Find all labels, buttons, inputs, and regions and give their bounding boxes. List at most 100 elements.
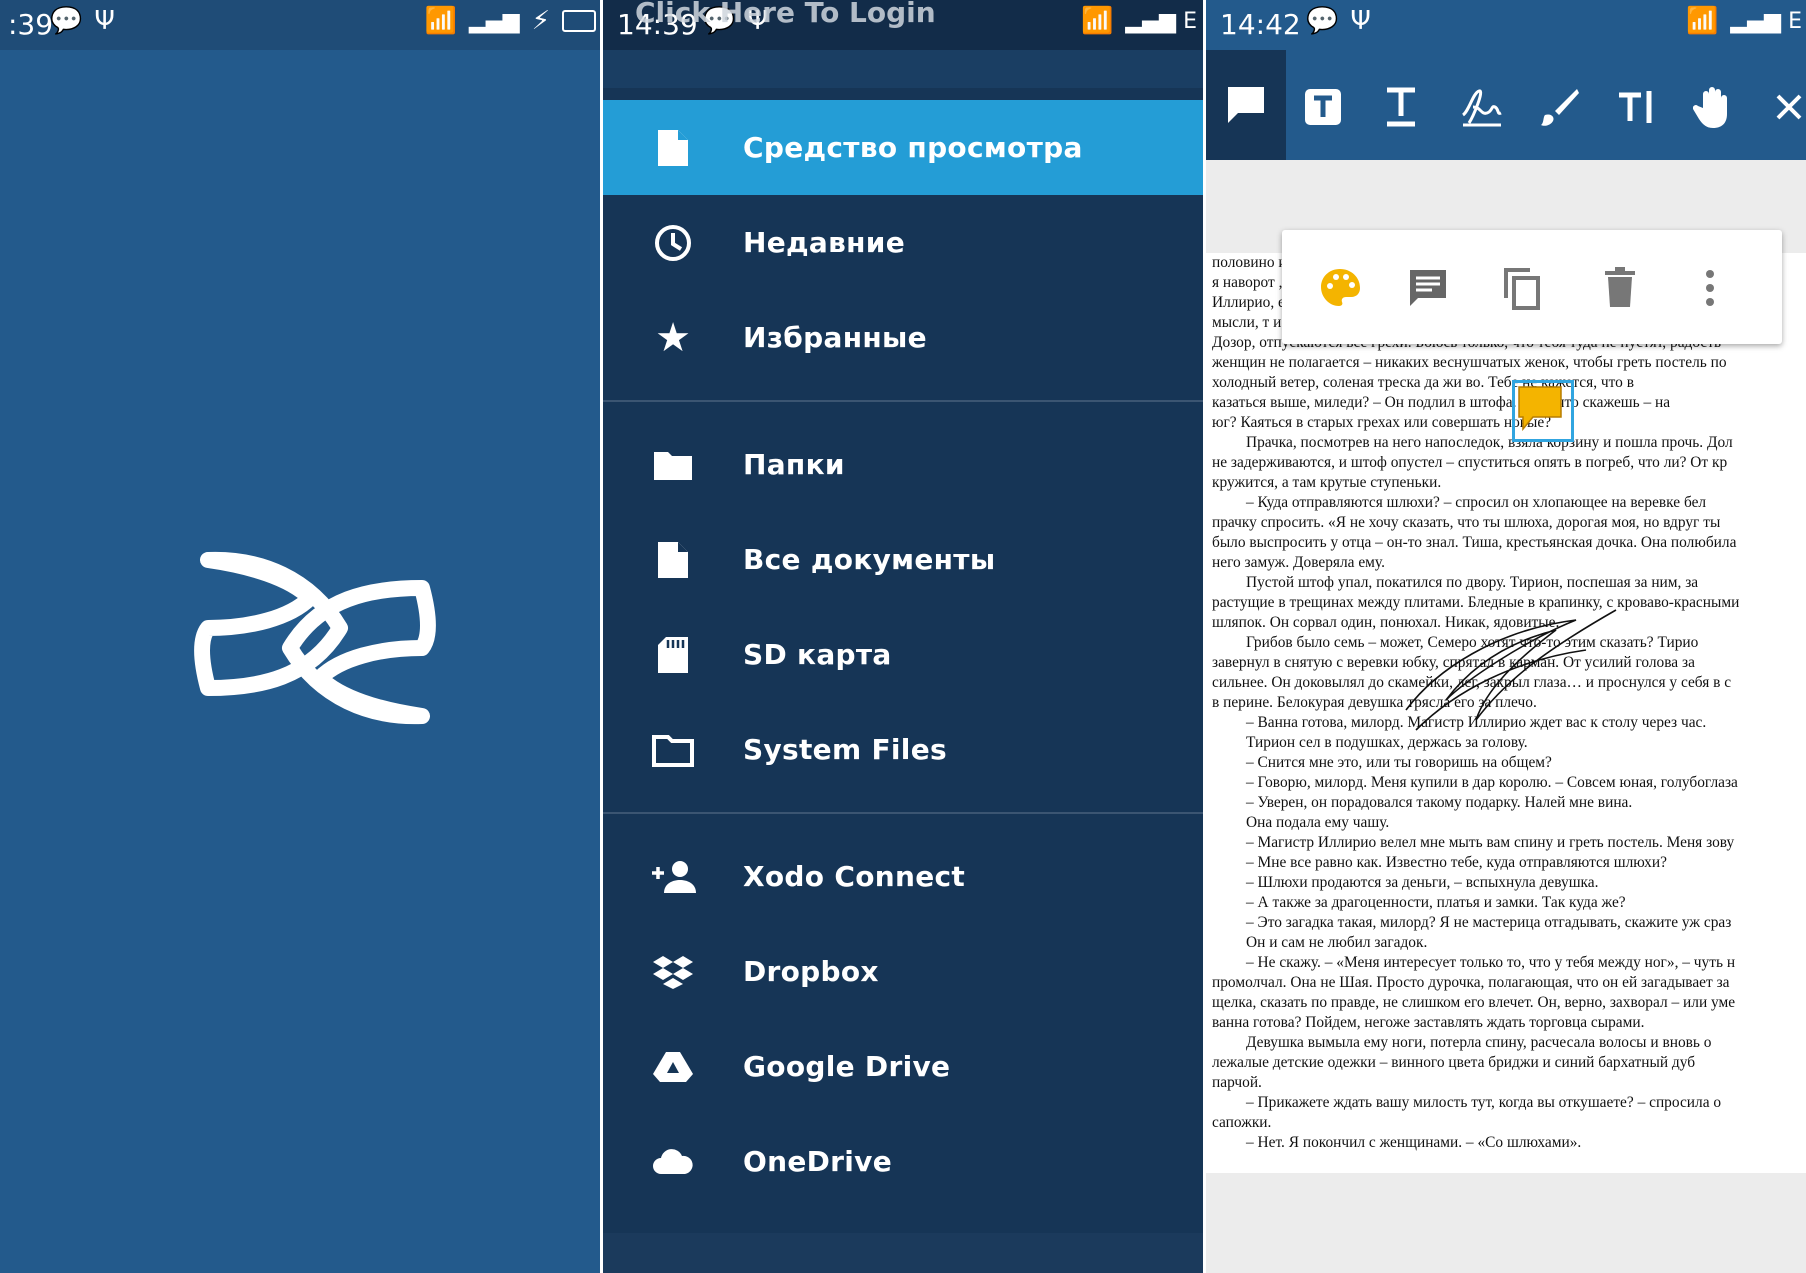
menu-item-viewer[interactable]: Средство просмотра xyxy=(603,100,1203,195)
menu-item-sd-card[interactable]: SD карта xyxy=(603,607,1203,702)
menu-item-label: Избранные xyxy=(743,321,927,354)
underline-text-tool[interactable] xyxy=(1366,72,1436,142)
menu-item-label: Недавние xyxy=(743,226,906,259)
google-drive-icon xyxy=(653,1051,693,1082)
document-text-line: не задерживаются, и штоф опустел – спуст… xyxy=(1212,454,1728,471)
menu-item-label: Папки xyxy=(743,448,845,481)
menu-item-onedrive[interactable]: OneDrive xyxy=(603,1114,1203,1209)
document-text-line: – А также за драгоценности, платья и зам… xyxy=(1246,894,1626,911)
free-text-tool[interactable] xyxy=(1288,72,1358,142)
signature-tool[interactable] xyxy=(1446,72,1516,142)
copy-icon xyxy=(1504,268,1540,310)
document-text-line: – Прикажете ждать вашу милость тут, когд… xyxy=(1246,1094,1722,1111)
document-text-line: – Уверен, он порадовался такому подарку.… xyxy=(1246,794,1633,811)
document-text-line: казаться выше, миледи? – Он подлил в што… xyxy=(1212,394,1671,411)
document-text-line: – Мне все равно как. Известно тебе, куда… xyxy=(1246,854,1667,871)
document-text-line: было выспросить у отца – он-то знал. Тиш… xyxy=(1212,534,1737,551)
annotation-popup-menu xyxy=(1282,230,1782,344)
folder-outline-icon xyxy=(652,734,694,767)
signature-annotation[interactable] xyxy=(1376,600,1636,740)
menu-item-recent[interactable]: Недавние xyxy=(603,195,1203,290)
charging-icon: ⚡ xyxy=(531,6,550,36)
signal-icon: ▂▄▆ xyxy=(468,8,520,34)
document-text-line: – Магистр Иллирио велел мне мыть вам спи… xyxy=(1246,834,1735,851)
menu-item-favorites[interactable]: ★ Избранные xyxy=(603,290,1203,385)
wifi-icon: 📶 xyxy=(424,6,457,36)
add-person-icon xyxy=(652,860,696,893)
document-text-line: прачку спросить. «Я не хочу сказать, что… xyxy=(1212,514,1721,531)
freehand-brush-icon xyxy=(1541,89,1579,126)
document-text-line: – Снится мне это, или ты говоришь на общ… xyxy=(1246,754,1552,771)
usb-icon: Ψ xyxy=(94,6,115,36)
pan-hand-tool[interactable] xyxy=(1680,72,1750,142)
document-text-line: щелка, сказать по правде, не слишком его… xyxy=(1212,994,1736,1011)
usb-icon: Ψ xyxy=(1350,6,1371,36)
menu-item-label: Все документы xyxy=(743,543,996,576)
menu-item-system-files[interactable]: System Files xyxy=(603,702,1203,797)
sticky-note-icon xyxy=(1228,87,1264,123)
document-text-line: парчой. xyxy=(1212,1074,1262,1091)
drawer-footer xyxy=(603,1233,1203,1273)
chat-icon: 💬 xyxy=(50,6,83,36)
drawer-menu: Средство просмотра Недавние ★ Избранные … xyxy=(603,100,1203,1209)
underline-text-icon xyxy=(1387,87,1415,127)
document-text-line: кружится, а там крутые ступеньки. xyxy=(1212,474,1442,491)
status-time: :39 xyxy=(8,8,54,41)
annotation-toolbar xyxy=(1206,50,1806,160)
navigation-drawer: 14:39 💬 Ψ 📶 ▂▄▆ E Click Here To Login Ср… xyxy=(603,0,1203,1273)
comment-button[interactable] xyxy=(1400,260,1456,316)
sticky-note-icon xyxy=(1518,386,1562,432)
text-cursor-tool[interactable] xyxy=(1602,72,1672,142)
free-text-icon xyxy=(1305,89,1341,125)
menu-divider xyxy=(603,400,1203,402)
delete-icon xyxy=(1605,267,1635,307)
text-cursor-icon xyxy=(1619,91,1652,123)
more-button[interactable] xyxy=(1682,260,1738,316)
menu-item-dropbox[interactable]: Dropbox xyxy=(603,924,1203,1019)
document-text-line: Она подала ему чашу. xyxy=(1246,814,1390,831)
document-text-line: Он и сам не любил загадок. xyxy=(1246,934,1428,951)
document-text-line: Прачка, посмотрев на него напоследок, вз… xyxy=(1246,434,1733,451)
document-text-line: лежалые детские одежки – винного цвета б… xyxy=(1212,1054,1696,1071)
login-overlay-text[interactable]: Click Here To Login xyxy=(635,0,936,29)
menu-item-all-documents[interactable]: Все документы xyxy=(603,512,1203,607)
menu-item-folders[interactable]: Папки xyxy=(603,417,1203,512)
document-icon xyxy=(658,129,688,166)
document-text-line: – Куда отправляются шлюхи? – спросил он … xyxy=(1246,494,1707,511)
menu-item-xodo-connect[interactable]: Xodo Connect xyxy=(603,829,1203,924)
status-time: 14:42 xyxy=(1220,8,1301,41)
copy-button[interactable] xyxy=(1494,260,1550,316)
wifi-icon: 📶 xyxy=(1080,6,1114,36)
document-text-line: ванна готова? Пойдем, негоже заставлять … xyxy=(1212,1014,1645,1031)
signal-icon: ▂▄▆ E xyxy=(1730,8,1802,34)
sticky-note-tool[interactable] xyxy=(1206,50,1286,160)
document-text-line: сапожки. xyxy=(1212,1114,1272,1131)
document-text-line: холодный ветер, соленая треска да жи во.… xyxy=(1212,374,1634,391)
chat-icon: 💬 xyxy=(1306,6,1339,36)
splash-screen: :39 💬 Ψ 📶 ▂▄▆ ⚡ xyxy=(0,0,600,1273)
menu-item-label: Средство просмотра xyxy=(743,131,1083,164)
document-text-line: Девушка вымыла ему ноги, потерла спину, … xyxy=(1246,1034,1712,1051)
pan-hand-icon xyxy=(1693,87,1727,128)
comment-icon xyxy=(1410,270,1446,306)
sticky-note-annotation[interactable] xyxy=(1512,380,1574,442)
palette-icon xyxy=(1321,269,1360,306)
close-icon xyxy=(1776,94,1802,120)
sd-card-icon xyxy=(658,636,688,673)
menu-item-google-drive[interactable]: Google Drive xyxy=(603,1019,1203,1114)
document-text-line: промолчал. Она не Шая. Просто дурочка, п… xyxy=(1212,974,1730,991)
close-tool[interactable] xyxy=(1754,72,1806,142)
freehand-brush-tool[interactable] xyxy=(1524,72,1594,142)
more-icon xyxy=(1706,270,1714,306)
delete-button[interactable] xyxy=(1592,260,1648,316)
clock-icon xyxy=(655,224,691,261)
status-bar: :39 💬 Ψ 📶 ▂▄▆ ⚡ xyxy=(0,0,600,50)
color-button[interactable] xyxy=(1312,260,1368,316)
document-text-line: – Это загадка такая, милорд? Я не мастер… xyxy=(1246,914,1732,931)
battery-icon xyxy=(562,10,596,32)
document-viewer: 14:42 💬 Ψ 📶 ▂▄▆ E половино ица? я наворо… xyxy=(1206,0,1806,1273)
menu-item-label: Xodo Connect xyxy=(743,860,966,893)
folder-icon xyxy=(654,451,692,480)
document-text-line: – Шлюхи продаются за деньги, – вспыхнула… xyxy=(1246,874,1599,891)
dropbox-icon xyxy=(653,955,693,989)
